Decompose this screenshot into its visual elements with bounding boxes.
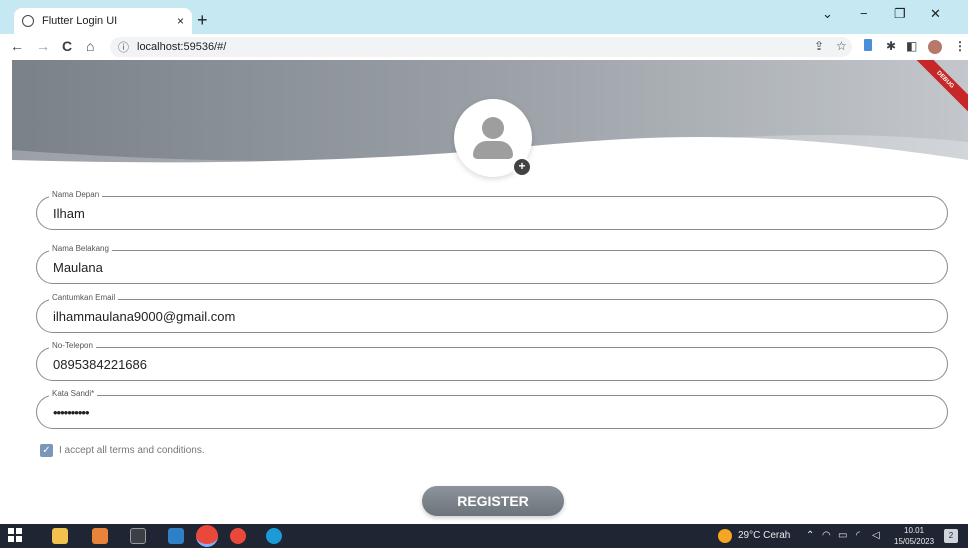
windows-start-icon[interactable] [8, 528, 24, 544]
address-bar[interactable]: ⓘ localhost:59536/#/ [110, 37, 852, 57]
last-name-field[interactable]: Nama Belakang Maulana [36, 244, 948, 284]
volume-icon[interactable]: ◁ [872, 524, 880, 548]
phone-field[interactable]: No-Telepon 0895384221686 [36, 341, 948, 381]
email-value: ilhammaulana9000@gmail.com [53, 309, 236, 324]
first-name-value: Ilham [53, 206, 85, 221]
tray-chevron-icon[interactable]: ⌃ [806, 524, 814, 548]
new-tab-button[interactable]: + [197, 10, 208, 31]
weather-text[interactable]: 29°C Cerah [738, 524, 790, 548]
browser-tab[interactable]: Flutter Login UI × [14, 8, 192, 34]
close-window-button[interactable]: ✕ [930, 6, 941, 22]
terms-row: ✓ I accept all terms and conditions. [40, 444, 205, 457]
terms-label: I accept all terms and conditions. [59, 445, 205, 456]
tab-search-chevron-icon[interactable]: ⌄ [822, 6, 833, 22]
tab-title: Flutter Login UI [42, 15, 118, 27]
notification-icon[interactable]: 2 [944, 529, 958, 543]
back-button[interactable]: ← [10, 38, 24, 54]
puzzle-icon[interactable]: ✱ [886, 39, 896, 53]
weather-icon[interactable] [718, 529, 732, 543]
chrome-icon-2[interactable] [230, 528, 246, 544]
last-name-label: Nama Belakang [49, 244, 112, 253]
battery-icon[interactable]: ▭ [838, 524, 847, 548]
person-head-icon [482, 117, 504, 139]
email-field[interactable]: Cantumkan Email ilhammaulana9000@gmail.c… [36, 293, 948, 333]
person-body-icon [473, 141, 513, 159]
browser-toolbar: ← → C ⌂ ⓘ localhost:59536/#/ ⇪ ☆ ✱ ◧ ⋮ [0, 34, 968, 60]
first-name-label: Nama Depan [49, 190, 103, 199]
info-icon[interactable]: ⓘ [118, 39, 129, 55]
password-value: •••••••••• [53, 405, 90, 420]
globe-icon [22, 15, 34, 27]
phone-value: 0895384221686 [53, 357, 147, 372]
windows-taskbar: 29°C Cerah ⌃ ◠ ▭ ◜ ◁ 10.01 15/05/2023 2 [0, 524, 968, 548]
terminal-icon[interactable] [130, 528, 146, 544]
forward-button[interactable]: → [36, 38, 50, 54]
tab-close-icon[interactable]: × [177, 14, 184, 28]
email-label: Cantumkan Email [49, 293, 119, 302]
browser-tab-bar: Flutter Login UI × + ⌄ − ❐ ✕ [0, 0, 968, 34]
xampp-icon[interactable] [92, 528, 108, 544]
clock-time: 10.01 [904, 526, 925, 535]
profile-avatar-icon[interactable] [928, 40, 942, 54]
password-label: Kata Sandi* [49, 389, 98, 398]
extension-icon[interactable] [864, 39, 872, 51]
terms-checkbox[interactable]: ✓ [40, 444, 53, 457]
phone-label: No-Telepon [49, 341, 96, 350]
browser-menu-icon[interactable]: ⋮ [954, 39, 966, 53]
bookmark-star-icon[interactable]: ☆ [836, 39, 847, 53]
reload-button[interactable]: C [62, 38, 72, 54]
url-text: localhost:59536/#/ [137, 41, 227, 53]
clock[interactable]: 10.01 15/05/2023 [894, 525, 934, 549]
restore-button[interactable]: ❐ [894, 6, 906, 22]
wifi-icon[interactable]: ◜ [856, 524, 860, 548]
home-button[interactable]: ⌂ [86, 38, 94, 54]
last-name-value: Maulana [53, 260, 103, 275]
edge-icon[interactable] [266, 528, 282, 544]
file-explorer-icon[interactable] [52, 528, 68, 544]
share-icon[interactable]: ⇪ [814, 39, 824, 53]
side-panel-icon[interactable]: ◧ [906, 39, 917, 53]
chrome-icon[interactable] [196, 525, 218, 547]
minimize-button[interactable]: − [860, 6, 868, 21]
clock-date: 15/05/2023 [894, 537, 935, 546]
vscode-icon[interactable] [168, 528, 184, 544]
first-name-field[interactable]: Nama Depan Ilham [36, 190, 948, 230]
password-field[interactable]: Kata Sandi* •••••••••• [36, 389, 948, 429]
add-photo-icon[interactable]: + [512, 157, 532, 177]
register-button[interactable]: REGISTER [422, 486, 564, 516]
network-icon[interactable]: ◠ [822, 524, 831, 548]
